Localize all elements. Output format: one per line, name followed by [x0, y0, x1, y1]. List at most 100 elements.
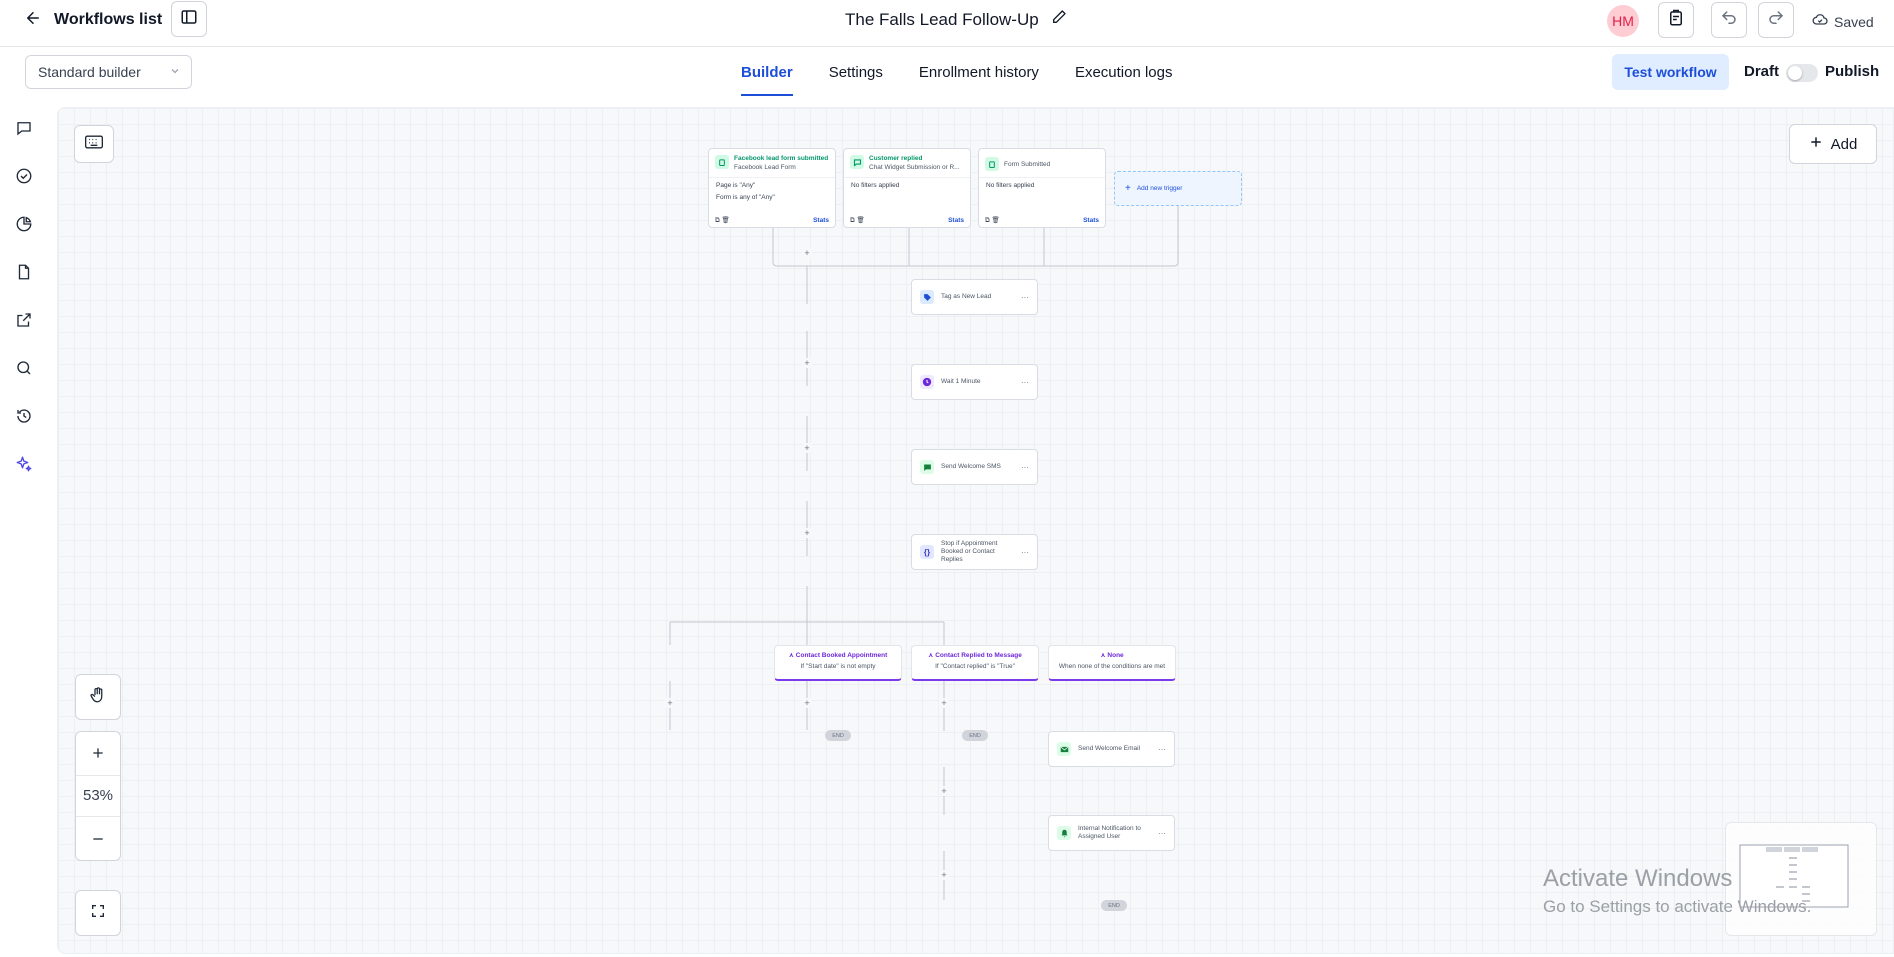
workflow-connectors [669, 206, 1179, 900]
branch-card[interactable]: ⋏ Contact Booked Appointment If "Start d… [774, 645, 902, 681]
action-card-notification[interactable]: Internal Notification to Assigned User ·… [1048, 815, 1175, 851]
sidebar-panel-icon [180, 8, 198, 31]
action-card-email[interactable]: Send Welcome Email ··· [1048, 731, 1175, 767]
top-bar: Workflows list The Falls Lead Follow-Up … [0, 0, 1894, 46]
undo-icon [1720, 9, 1738, 32]
copy-trash-icons[interactable]: ⧉ 🗑 [850, 216, 865, 225]
save-status: Saved [1812, 12, 1874, 31]
pie-chart-icon[interactable] [12, 212, 36, 236]
expand-icon [90, 903, 106, 924]
watermark-subtitle: Go to Settings to activate Windows. [1543, 897, 1812, 916]
copy-trash-icons[interactable]: ⧉ 🗑 [985, 216, 1000, 225]
zoom-in-button[interactable] [76, 732, 120, 775]
tab-builder[interactable]: Builder [741, 47, 793, 97]
tag-icon [920, 290, 934, 304]
branch-title-text: None [1107, 652, 1124, 659]
add-step-plus[interactable]: + [939, 698, 949, 708]
add-step-plus[interactable]: + [939, 786, 949, 796]
stats-link[interactable]: Stats [813, 217, 829, 224]
saved-label: Saved [1834, 13, 1874, 30]
pan-tool-button[interactable] [75, 674, 121, 720]
curly-braces-icon: {} [920, 545, 934, 559]
copy-trash-icons[interactable]: ⧉ 🗑 [715, 216, 730, 225]
pencil-icon[interactable] [1051, 9, 1067, 30]
test-workflow-button[interactable]: Test workflow [1612, 54, 1729, 90]
builder-tabs: Builder Settings Enrollment history Exec… [741, 47, 1173, 97]
add-step-plus[interactable]: + [665, 698, 675, 708]
tab-execution-logs[interactable]: Execution logs [1075, 47, 1173, 97]
more-options-icon[interactable]: ··· [1021, 378, 1029, 387]
more-options-icon[interactable]: ··· [1158, 829, 1166, 838]
sidebar-toggle-button[interactable] [171, 1, 207, 37]
stats-link[interactable]: Stats [1083, 217, 1099, 224]
builder-mode-select[interactable]: Standard builder [25, 55, 192, 89]
clock-icon [920, 375, 934, 389]
external-link-icon[interactable] [12, 308, 36, 332]
add-label: Add [1830, 135, 1858, 153]
workflow-canvas[interactable]: Add Facebook lead form submitted Faceboo… [57, 107, 1894, 954]
trigger-subtitle: Chat Widget Submission or R... [869, 164, 960, 171]
windows-activation-watermark: Activate Windows Go to Settings to activ… [1543, 865, 1811, 917]
checklist-button[interactable] [1658, 2, 1694, 38]
add-step-plus[interactable]: + [802, 443, 812, 453]
tab-settings[interactable]: Settings [829, 47, 883, 97]
action-card-if-else[interactable]: {} Stop if Appointment Booked or Contact… [911, 534, 1038, 570]
zoom-level: 53% [76, 774, 120, 818]
stats-link[interactable]: Stats [948, 217, 964, 224]
fit-view-button[interactable] [75, 890, 121, 936]
clipboard-icon [985, 157, 999, 171]
action-label: Send Welcome Email [1078, 745, 1141, 752]
chat-icon[interactable] [12, 116, 36, 140]
add-step-plus[interactable]: + [939, 870, 949, 880]
publish-toggle[interactable] [1786, 64, 1818, 82]
trigger-card[interactable]: Customer replied Chat Widget Submission … [843, 148, 971, 228]
end-marker: END [1101, 900, 1127, 911]
search-icon[interactable] [12, 356, 36, 380]
plus-icon: + [1125, 183, 1131, 194]
trigger-card[interactable]: Form Submitted No filters applied ⧉ 🗑 Sta… [978, 148, 1106, 228]
keyboard-icon [84, 134, 104, 155]
plus-icon [93, 748, 103, 758]
branch-title-text: Contact Replied to Message [935, 652, 1022, 659]
sub-bar: Standard builder Builder Settings Enroll… [0, 46, 1894, 96]
more-options-icon[interactable]: ··· [1021, 463, 1029, 472]
add-new-trigger-button[interactable]: + Add new trigger [1114, 171, 1242, 206]
history-icon[interactable] [12, 404, 36, 428]
left-rail [0, 96, 50, 957]
trigger-filter: Page is "Any" [716, 182, 756, 189]
branch-icon: ⋏ [788, 652, 796, 659]
keyboard-shortcuts-button[interactable] [74, 125, 114, 163]
add-step-plus[interactable]: + [802, 248, 812, 258]
add-step-button[interactable]: Add [1789, 124, 1877, 164]
branch-condition: If "Start date" is not empty [800, 663, 876, 670]
more-options-icon[interactable]: ··· [1021, 548, 1029, 557]
more-options-icon[interactable]: ··· [1021, 293, 1029, 302]
action-card-sms[interactable]: Send Welcome SMS ··· [911, 449, 1038, 485]
more-options-icon[interactable]: ··· [1158, 745, 1166, 754]
trigger-card[interactable]: Facebook lead form submitted Facebook Le… [708, 148, 836, 228]
document-icon[interactable] [12, 260, 36, 284]
add-step-plus[interactable]: + [802, 358, 812, 368]
add-step-plus[interactable]: + [802, 698, 812, 708]
branch-card[interactable]: ⋏ Contact Replied to Message If "Contact… [911, 645, 1039, 681]
back-to-workflows-button[interactable]: Workflows list [24, 8, 162, 32]
add-step-plus[interactable]: + [802, 528, 812, 538]
redo-button[interactable] [1758, 2, 1794, 38]
branch-card[interactable]: ⋏ None When none of the conditions are m… [1048, 645, 1176, 681]
action-card-tag[interactable]: Tag as New Lead ··· [911, 279, 1038, 315]
arrow-left-icon [24, 9, 42, 32]
draft-label: Draft [1744, 63, 1780, 80]
trigger-title: Facebook lead form submitted [734, 155, 829, 162]
undo-button[interactable] [1711, 2, 1747, 38]
check-circle-icon[interactable] [12, 164, 36, 188]
zoom-out-button[interactable] [76, 817, 120, 860]
trigger-subtitle: Form Submitted [1004, 160, 1051, 168]
tab-enrollment-history[interactable]: Enrollment history [919, 47, 1039, 97]
action-label: Tag as New Lead [941, 293, 992, 300]
hand-icon [89, 686, 107, 709]
action-card-wait[interactable]: Wait 1 Minute ··· [911, 364, 1038, 400]
branch-title-text: Contact Booked Appointment [795, 652, 888, 659]
avatar[interactable]: HM [1607, 5, 1639, 37]
chevron-down-icon [169, 64, 181, 80]
sparkles-icon[interactable] [12, 452, 36, 476]
